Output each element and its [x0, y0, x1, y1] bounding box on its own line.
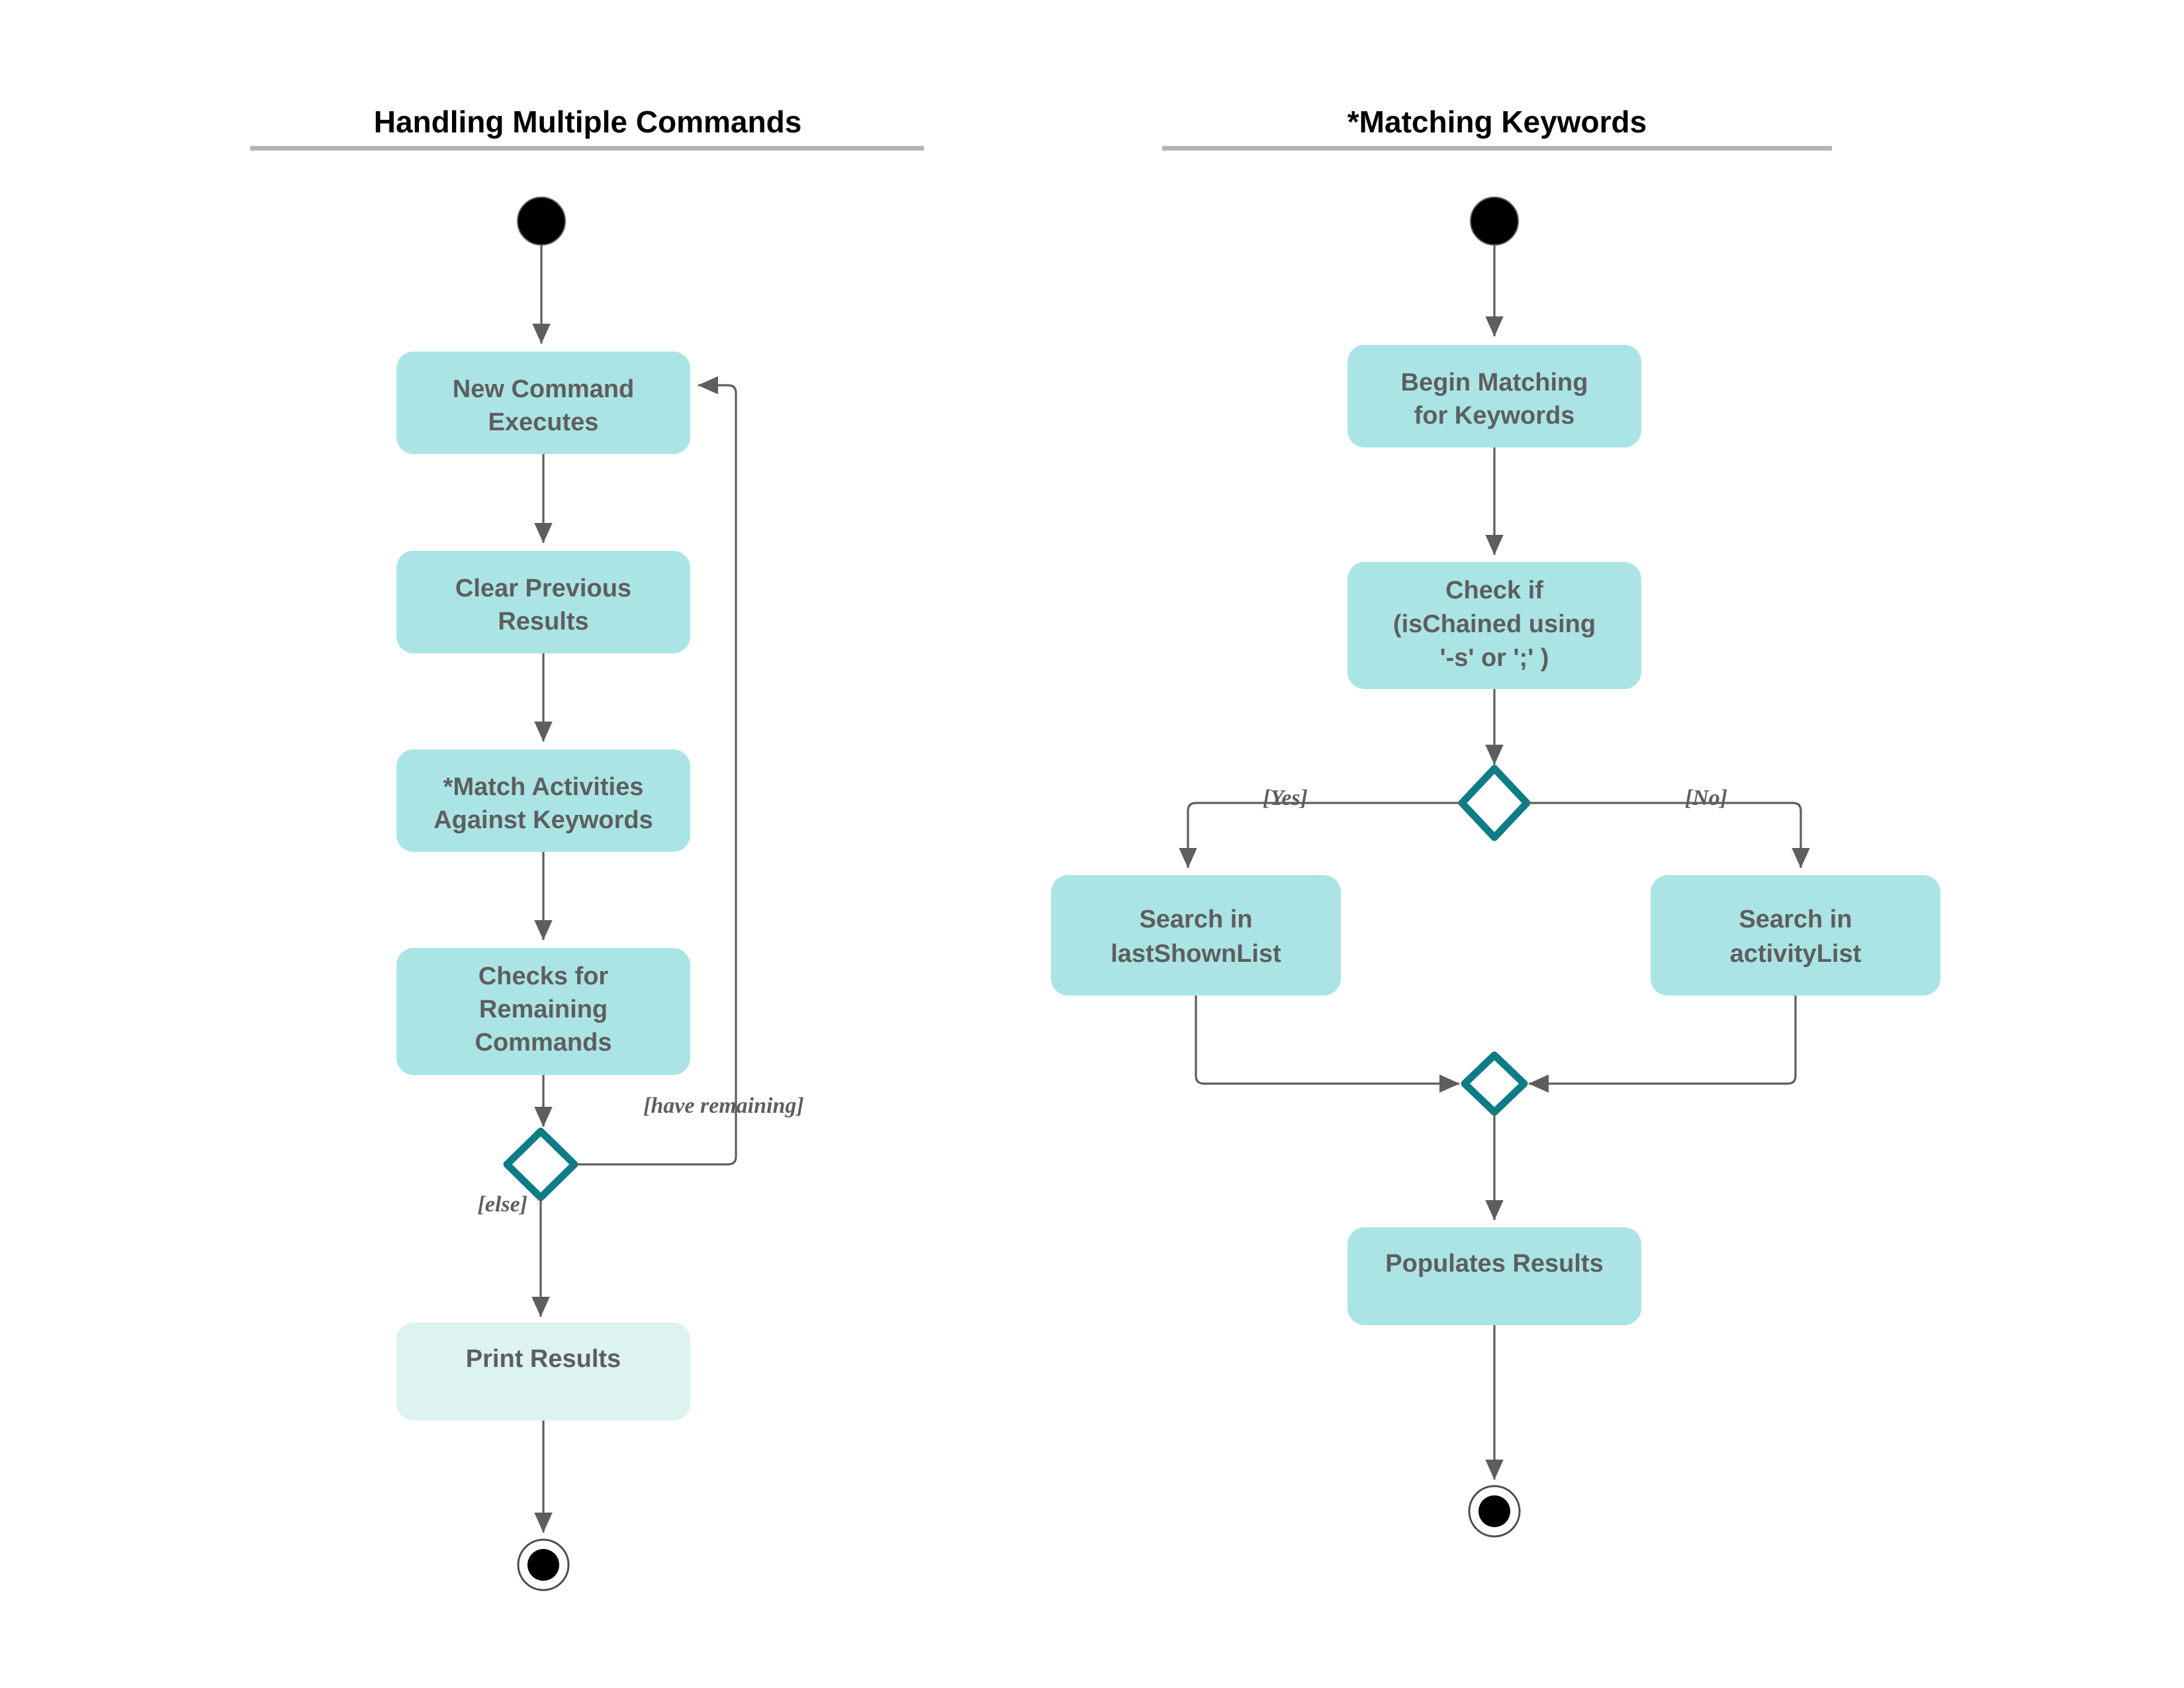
edge-search-activitylist-to-merge — [1528, 996, 1797, 1093]
guard-label-have-remaining: [have remaining] — [643, 1094, 804, 1118]
activity-diagram-canvas: Handling Multiple Commands New Command E… — [0, 0, 2184, 1688]
node-search-lastshownlist-line-2: lastShownList — [1111, 940, 1281, 968]
node-search-in-lastshownlist[interactable]: Search in lastShownList — [1051, 875, 1341, 996]
node-checks-remaining-line-3: Commands — [475, 1029, 612, 1056]
diagram-matching-keywords: *Matching Keywords Begin Matching for Ke… — [1051, 105, 1940, 1538]
node-print-results[interactable]: Print Results — [396, 1323, 690, 1421]
node-match-activities-line-1: *Match Activities — [443, 773, 644, 801]
node-check-if-is-chained-line-2: (isChained using — [1393, 610, 1596, 638]
node-clear-previous-results-line-1: Clear Previous — [455, 575, 631, 602]
node-new-command-executes-line-2: Executes — [488, 408, 599, 436]
node-match-activities-against-keywords[interactable]: *Match Activities Against Keywords — [396, 749, 690, 852]
node-clear-previous-results-line-2: Results — [498, 608, 588, 635]
diagram-svg: Handling Multiple Commands New Command E… — [250, 105, 1940, 1591]
node-new-command-executes[interactable]: New Command Executes — [396, 352, 690, 454]
edge-decision-no-to-search-activitylist — [1527, 802, 1810, 868]
initial-node-left — [517, 197, 566, 246]
node-match-activities-line-2: Against Keywords — [433, 806, 653, 834]
node-begin-matching-line-2: for Keywords — [1414, 402, 1575, 430]
final-node-left — [517, 1538, 570, 1591]
decision-node-remaining-commands[interactable] — [503, 1127, 578, 1201]
edge-decision-yes-to-search-lastshownlist — [1179, 802, 1462, 868]
edge-search-lastshownlist-to-merge — [1195, 996, 1460, 1093]
node-check-if-is-chained-line-3: '-s' or ';' ) — [1440, 644, 1549, 672]
node-new-command-executes-line-1: New Command — [453, 375, 634, 403]
node-search-lastshownlist-shape — [1051, 875, 1341, 996]
node-populates-results-line-1: Populates Results — [1385, 1250, 1603, 1278]
final-node-left-inner-dot — [527, 1549, 559, 1581]
node-checks-remaining-line-2: Remaining — [479, 996, 608, 1023]
decision-node-is-chained[interactable] — [1458, 765, 1531, 841]
node-populates-results[interactable]: Populates Results — [1347, 1227, 1641, 1325]
diagram-title-right: *Matching Keywords — [1347, 105, 1647, 139]
final-node-right — [1468, 1485, 1521, 1538]
node-print-results-line-1: Print Results — [466, 1345, 621, 1373]
final-node-right-inner-dot — [1479, 1495, 1510, 1527]
guard-label-no: [No] — [1685, 786, 1727, 810]
node-checks-for-remaining-commands[interactable]: Checks for Remaining Commands — [396, 948, 690, 1075]
node-search-in-activitylist[interactable]: Search in activityList — [1651, 875, 1940, 996]
node-search-activitylist-shape — [1651, 875, 1940, 996]
node-search-activitylist-line-1: Search in — [1739, 906, 1852, 933]
node-checks-remaining-line-1: Checks for — [478, 962, 609, 990]
node-begin-matching-for-keywords[interactable]: Begin Matching for Keywords — [1347, 345, 1641, 447]
diagram-title-left: Handling Multiple Commands — [374, 105, 802, 139]
guard-label-yes: [Yes] — [1263, 786, 1308, 810]
node-check-if-is-chained[interactable]: Check if (isChained using '-s' or ';' ) — [1347, 562, 1641, 689]
node-search-activitylist-line-2: activityList — [1730, 940, 1862, 968]
node-check-if-is-chained-line-1: Check if — [1445, 577, 1543, 604]
initial-node-right — [1470, 197, 1519, 246]
guard-label-else: [else] — [477, 1192, 527, 1217]
diagram-handling-multiple-commands: Handling Multiple Commands New Command E… — [250, 105, 924, 1591]
node-clear-previous-results[interactable]: Clear Previous Results — [396, 551, 690, 653]
node-begin-matching-line-1: Begin Matching — [1401, 369, 1588, 397]
merge-node-search-results[interactable] — [1461, 1051, 1528, 1116]
node-search-lastshownlist-line-1: Search in — [1139, 906, 1252, 933]
